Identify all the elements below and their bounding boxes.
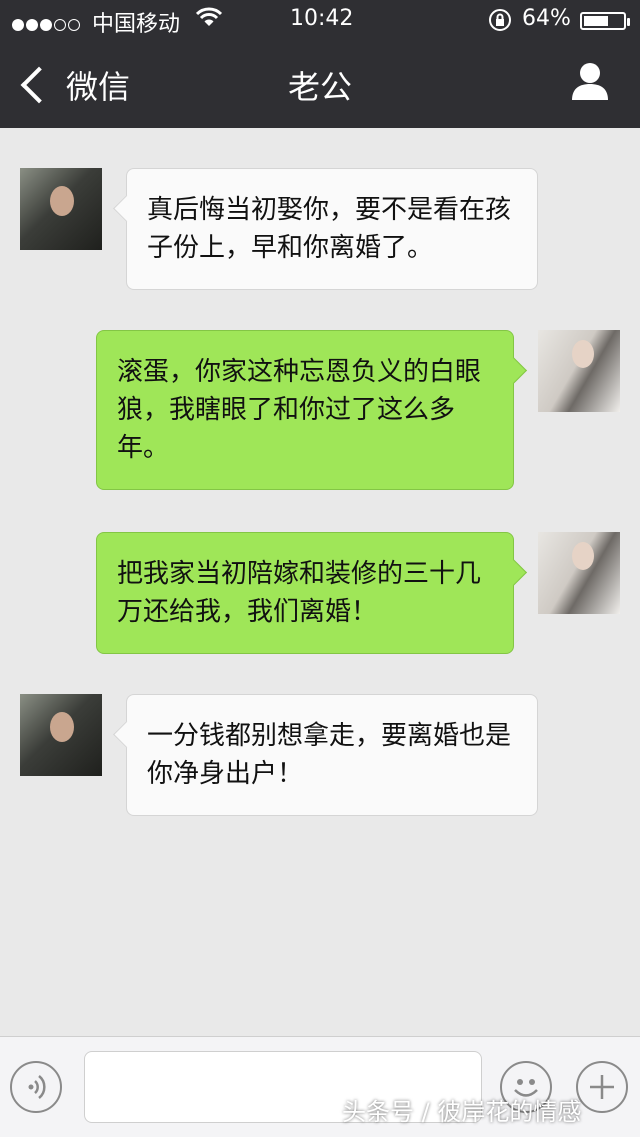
plus-icon[interactable] (576, 1061, 628, 1113)
orientation-lock-icon (488, 8, 512, 38)
message-bubble-outgoing[interactable]: 把我家当初陪嫁和装修的三十几万还给我，我们离婚！ (96, 532, 514, 654)
chat-area[interactable]: 真后悔当初娶你，要不是看在孩子份上，早和你离婚了。 滚蛋，你家这种忘恩负义的白眼… (0, 128, 640, 1036)
carrier-label: 中国移动 (92, 12, 181, 37)
person-icon[interactable] (570, 62, 610, 104)
nav-bar: 微信 老公 (0, 40, 640, 128)
message-bubble-incoming[interactable]: 真后悔当初娶你，要不是看在孩子份上，早和你离婚了。 (126, 168, 538, 290)
voice-icon[interactable] (10, 1061, 62, 1113)
wifi-icon (195, 6, 223, 34)
chat-title: 老公 (287, 68, 352, 106)
message-bubble-incoming[interactable]: 一分钱都别想拿走，要离婚也是你净身出户！ (126, 694, 538, 816)
battery-icon (580, 12, 630, 30)
wife-avatar[interactable] (538, 532, 620, 614)
top-bar: 中国移动 10:42 64% 微信 老公 (0, 0, 640, 128)
signal-strength-icon (12, 12, 82, 37)
watermark: 头条号 / 彼岸花的情感 (342, 1098, 582, 1126)
status-bar: 中国移动 10:42 64% (0, 0, 640, 40)
husband-avatar[interactable] (20, 694, 102, 776)
message-bubble-outgoing[interactable]: 滚蛋，你家这种忘恩负义的白眼狼，我瞎眼了和你过了这么多年。 (96, 330, 514, 490)
battery-percent: 64% (522, 6, 571, 31)
husband-avatar[interactable] (20, 168, 102, 250)
clock: 10:42 (290, 6, 354, 31)
wife-avatar[interactable] (538, 330, 620, 412)
